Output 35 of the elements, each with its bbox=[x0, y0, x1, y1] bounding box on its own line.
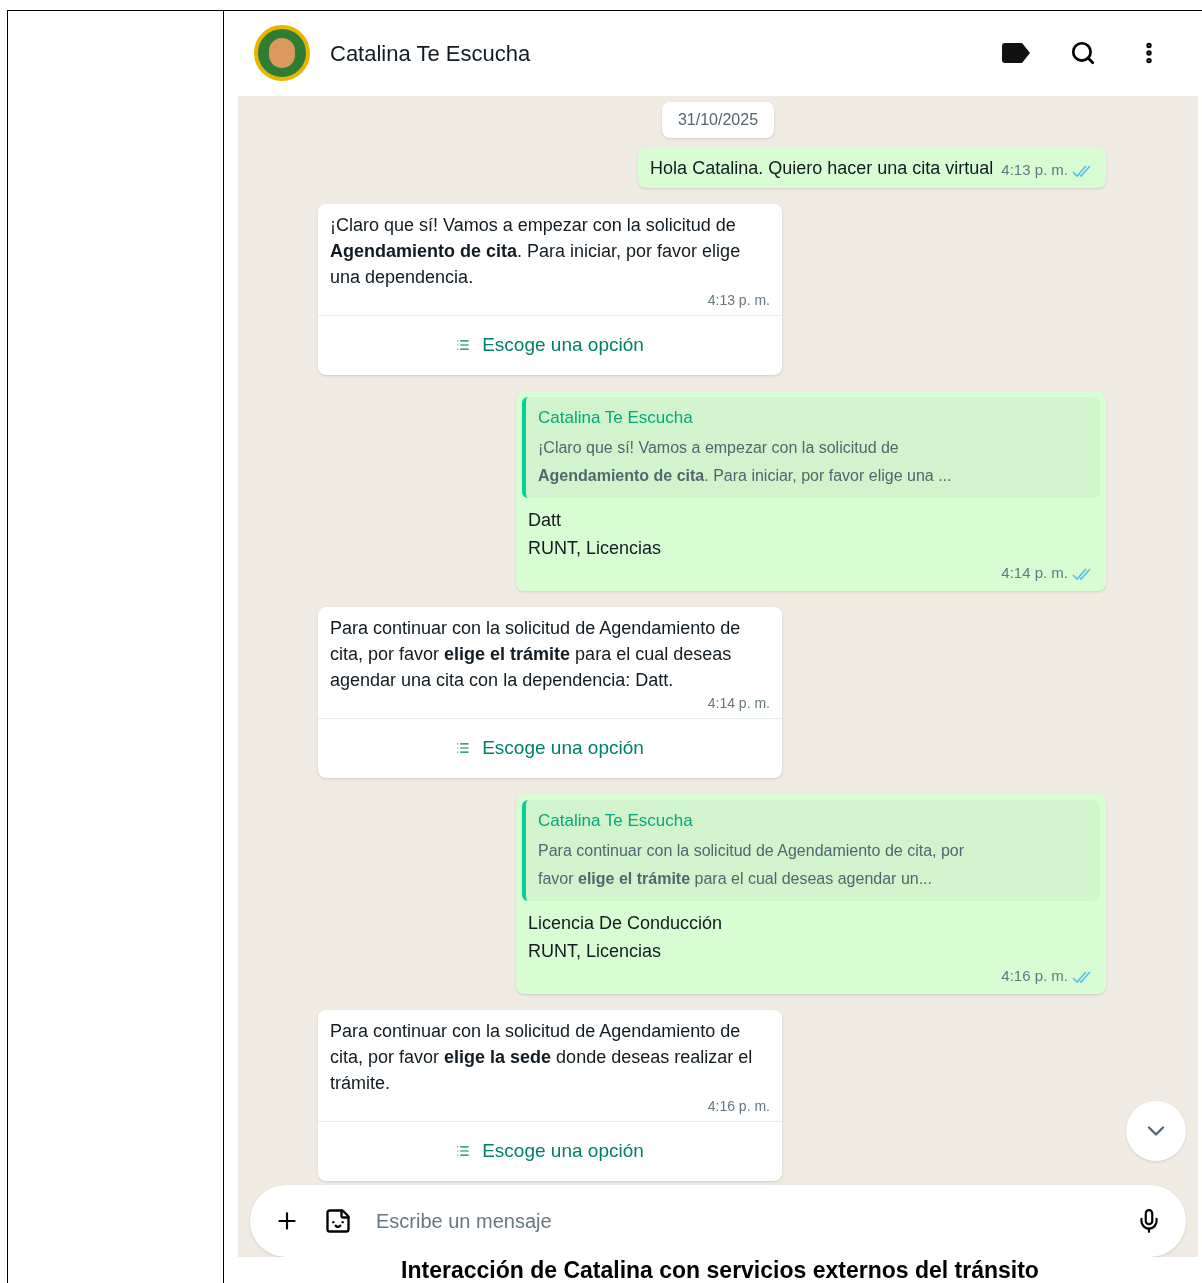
choose-option-button[interactable]: Escoge una opción bbox=[318, 717, 782, 778]
date-chip: 31/10/2025 bbox=[661, 101, 775, 138]
message-time: 4:14 p. m. bbox=[1001, 563, 1068, 584]
message-field[interactable]: Escribe un mensaje bbox=[250, 1185, 1186, 1257]
quoted-message[interactable]: Catalina Te Escucha Para continuar con la solicitud de Agendamiento de cita, por favor elige el trámite para el cual deseas agendar un... bbox=[522, 799, 1100, 902]
message-time: 4:13 p. m. bbox=[707, 290, 770, 310]
sticker-icon[interactable] bbox=[324, 1207, 352, 1235]
search-icon[interactable] bbox=[1070, 40, 1096, 67]
list-icon bbox=[456, 338, 471, 353]
message-text: Hola Catalina. Quiero hacer una cita virtual bbox=[650, 156, 994, 180]
chat-title: Catalina Te Escucha bbox=[330, 39, 531, 68]
message-text: Datt bbox=[528, 509, 562, 533]
label-icon[interactable] bbox=[1002, 43, 1030, 64]
choose-option-button[interactable]: Escoge una opción bbox=[318, 314, 782, 375]
figure-caption: Interacción de Catalina con servicios externos del tránsito bbox=[401, 1257, 1039, 1283]
message-text: RUNT, Licencias bbox=[528, 537, 663, 561]
message-time: 4:16 p. m. bbox=[707, 1096, 770, 1116]
avatar bbox=[254, 25, 310, 82]
list-icon bbox=[456, 741, 471, 756]
quote-text: ¡Claro que sí! Vamos a empezar con la solicitud de Agendamiento de cita. Para iniciar, por favor elige una ... bbox=[538, 438, 953, 487]
message-input[interactable]: Escribe un mensaje bbox=[376, 1206, 1112, 1236]
message-text: Licencia De Conducción bbox=[528, 912, 724, 936]
quote-text: Para continuar con la solicitud de Agendamiento de cita, por favor elige el trámite para el cual deseas agendar un... bbox=[538, 841, 966, 890]
list-icon bbox=[456, 1144, 471, 1159]
quoted-message[interactable]: Catalina Te Escucha ¡Claro que sí! Vamos a empezar con la solicitud de Agendamiento de cita. Para iniciar, por favor elige una ... bbox=[522, 396, 1100, 499]
message-text: Para continuar con la solicitud de Agendamiento de cita, por favor elige la sede donde deseas realizar el trámite. bbox=[330, 1019, 754, 1095]
message-text: Para continuar con la solicitud de Agendamiento de cita, por favor elige el trámite para el cual deseas agendar una cita con la dependencia: Datt. bbox=[330, 616, 742, 692]
message-time: 4:14 p. m. bbox=[707, 693, 770, 713]
message-text: ¡Claro que sí! Vamos a empezar con la solicitud de Agendamiento de cita. Para iniciar, por favor elige una dependencia. bbox=[330, 213, 742, 289]
message-time: 4:16 p. m. bbox=[1001, 966, 1068, 987]
choose-option-button[interactable]: Escoge una opción bbox=[318, 1120, 782, 1181]
message-text: RUNT, Licencias bbox=[528, 940, 663, 964]
message-time: 4:13 p. m. bbox=[1001, 160, 1068, 181]
quote-author: Catalina Te Escucha bbox=[538, 406, 694, 429]
quote-author: Catalina Te Escucha bbox=[538, 809, 694, 832]
